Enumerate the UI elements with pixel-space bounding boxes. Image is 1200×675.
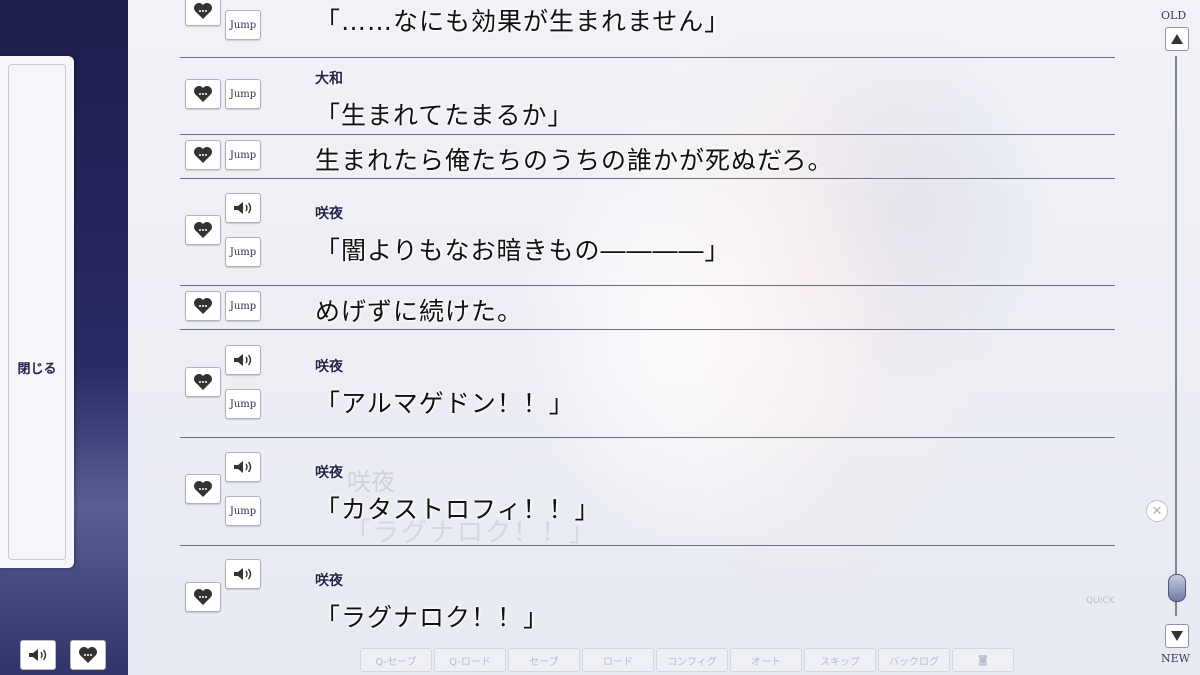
jump-button[interactable]: Jump (225, 291, 261, 321)
menu-load: ロード (582, 648, 654, 672)
heart-icon (193, 2, 213, 20)
favorite-button[interactable] (185, 367, 221, 397)
menu-config: コンフィグ (656, 648, 728, 672)
scroll-old-label: OLD (1161, 9, 1187, 22)
dialogue-text: 「闇よりもなお暗きもの――――」 (315, 236, 731, 265)
favorite-button[interactable] (185, 474, 221, 504)
dialogue-text: 「生まれてたまるか」 (315, 101, 574, 130)
log-entry: Jump 生まれたら俺たちのうちの誰かが死ぬだろ。 (180, 135, 1115, 179)
scroll-up-button[interactable] (1165, 27, 1189, 51)
heart-icon (193, 373, 213, 391)
sidebar: 閉じる (0, 0, 128, 675)
speaker-icon (233, 201, 253, 215)
speaker-icon (28, 648, 48, 662)
close-button[interactable]: 閉じる (0, 56, 74, 568)
voice-toggle-button[interactable] (20, 640, 56, 670)
dialogue-text: 生まれたら俺たちのうちの誰かが死ぬだろ。 (315, 146, 834, 175)
voice-replay-button[interactable] (225, 452, 261, 482)
speaker-icon (233, 353, 253, 367)
dialogue-text: 「ラグナロク！！」 (315, 603, 550, 632)
backlog-list: Jump 「……なにも効果が生まれません」 Jump 大和 「生まれてたまるか」… (180, 0, 1115, 640)
favorite-button[interactable] (185, 0, 221, 26)
scroll-new-label: NEW (1161, 652, 1190, 665)
scroll-down-button[interactable] (1165, 624, 1189, 648)
speaker-name: 咲夜 (315, 573, 343, 589)
log-entry: Jump めげずに続けた。 (180, 286, 1115, 330)
log-entry: Jump 大和 「生まれてたまるか」 (180, 57, 1115, 135)
dialogue-text: 「アルマゲドン！！」 (315, 389, 575, 418)
favorite-button[interactable] (185, 79, 221, 109)
close-label: 閉じる (17, 362, 57, 377)
jump-button[interactable]: Jump (225, 79, 261, 109)
jump-button[interactable]: Jump (225, 140, 261, 170)
speaker-name: 咲夜 (315, 359, 343, 375)
heart-icon (78, 646, 98, 664)
menu-qload: Q-ロード (434, 648, 506, 672)
jump-button[interactable]: Jump (225, 389, 261, 419)
speaker-icon (233, 567, 253, 581)
jump-button[interactable]: Jump (225, 10, 261, 40)
menu-backlog: バックログ (878, 648, 950, 672)
speaker-name: 咲夜 (315, 206, 343, 222)
menu-qsave: Q-セーブ (360, 648, 432, 672)
faded-game-menu: Q-セーブ Q-ロード セーブ ロード コンフィグ オート スキップ バックログ… (360, 648, 1014, 672)
menu-save: セーブ (508, 648, 580, 672)
speaker-icon (233, 460, 253, 474)
camera-icon: ◙ (978, 654, 988, 666)
scroll-track[interactable] (1175, 56, 1177, 616)
log-entry: Jump 咲夜 「アルマゲドン！！」 (180, 330, 1115, 438)
voice-replay-button[interactable] (225, 559, 261, 589)
triangle-up-icon (1171, 34, 1183, 44)
heart-icon (193, 480, 213, 498)
favorite-button[interactable] (185, 215, 221, 245)
heart-icon (193, 588, 213, 606)
menu-skip: スキップ (804, 648, 876, 672)
heart-icon (193, 85, 213, 103)
favorite-button[interactable] (185, 140, 221, 170)
dialogue-text: 「……なにも効果が生まれません」 (315, 7, 731, 36)
favorite-button[interactable] (185, 582, 221, 612)
dialogue-text: 「カタストロフィ！！」 (315, 495, 601, 524)
heart-icon (193, 297, 213, 315)
triangle-down-icon (1171, 631, 1183, 641)
voice-replay-button[interactable] (225, 193, 261, 223)
log-entry: Jump 咲夜 「闇よりもなお暗きもの――――」 (180, 179, 1115, 286)
log-entry: 咲夜 「ラグナロク！！」 (180, 546, 1115, 640)
heart-icon (193, 146, 213, 164)
scroll-thumb[interactable] (1168, 573, 1186, 602)
dialogue-text: めげずに続けた。 (315, 297, 524, 326)
floral-ornament (8, 64, 66, 560)
log-entry: Jump 咲夜 「カタストロフィ！！」 (180, 438, 1115, 546)
log-entry: Jump 「……なにも効果が生まれません」 (180, 0, 1115, 58)
favorites-button[interactable] (70, 640, 106, 670)
speaker-name: 咲夜 (315, 465, 343, 481)
jump-button[interactable]: Jump (225, 496, 261, 526)
menu-auto: オート (730, 648, 802, 672)
close-icon: ✕ (1146, 500, 1168, 522)
menu-screenshot: ◙ (952, 648, 1014, 672)
heart-icon (193, 221, 213, 239)
quick-label: QUICK (1086, 596, 1115, 606)
jump-button[interactable]: Jump (225, 237, 261, 267)
speaker-name: 大和 (315, 71, 343, 87)
favorite-button[interactable] (185, 291, 221, 321)
voice-replay-button[interactable] (225, 345, 261, 375)
